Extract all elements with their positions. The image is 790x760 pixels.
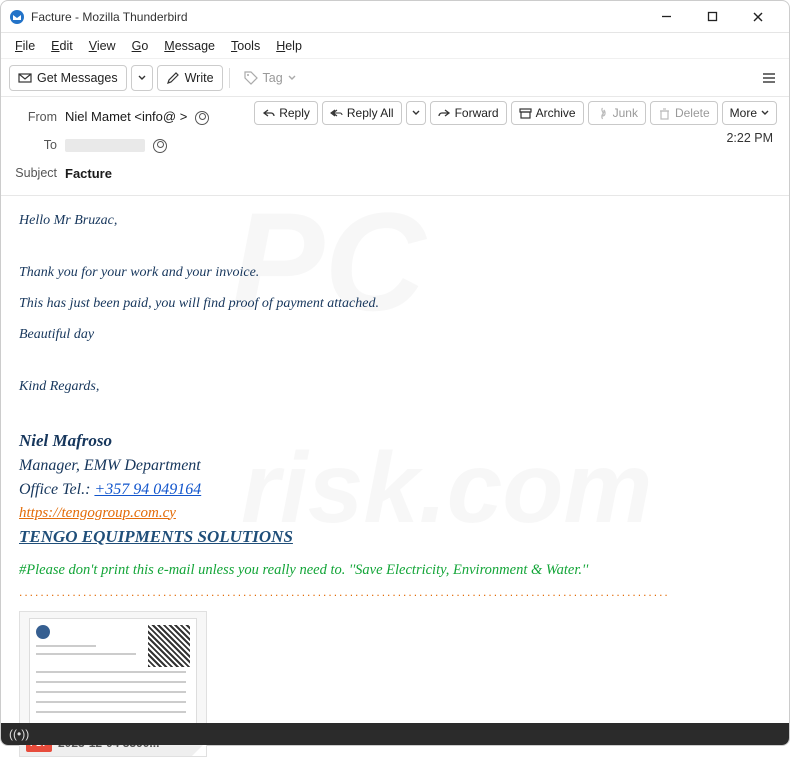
- separator: [229, 68, 230, 88]
- signature-role: Manager, EMW Department: [19, 454, 771, 478]
- action-row: Reply Reply All Forward Archive Junk Del…: [254, 101, 777, 125]
- get-messages-dropdown[interactable]: [131, 65, 153, 91]
- reply-button[interactable]: Reply: [254, 101, 318, 125]
- menu-go[interactable]: Go: [124, 36, 157, 56]
- reply-icon: [262, 107, 275, 120]
- message-headers: Reply Reply All Forward Archive Junk Del…: [1, 97, 789, 196]
- thunderbird-icon: [9, 9, 25, 25]
- to-value[interactable]: [65, 137, 167, 153]
- tag-label: Tag: [263, 71, 283, 85]
- subject-value: Facture: [65, 166, 112, 181]
- to-label: To: [13, 138, 65, 152]
- toolbar: Get Messages Write Tag: [1, 59, 789, 97]
- maximize-button[interactable]: [689, 2, 735, 32]
- more-button[interactable]: More: [722, 101, 777, 125]
- menu-message[interactable]: Message: [156, 36, 223, 56]
- get-messages-button[interactable]: Get Messages: [9, 65, 127, 91]
- message-body: Hello Mr Bruzac, Thank you for your work…: [1, 196, 789, 760]
- menu-file[interactable]: File: [7, 36, 43, 56]
- contact-icon[interactable]: [153, 139, 167, 153]
- signature-link[interactable]: https://tengogroup.com.cy: [19, 505, 176, 521]
- tel-link[interactable]: +357 94 049164: [94, 481, 201, 498]
- window-title: Facture - Mozilla Thunderbird: [31, 10, 643, 24]
- hamburger-menu[interactable]: [757, 65, 781, 91]
- doc-logo-icon: [36, 625, 50, 639]
- forward-button[interactable]: Forward: [430, 101, 507, 125]
- chevron-down-icon: [412, 109, 420, 117]
- connection-icon: ((•)): [9, 727, 29, 741]
- body-greeting: Hello Mr Bruzac,: [19, 210, 771, 231]
- redacted: [65, 139, 145, 152]
- attachment-thumbnail: [20, 612, 206, 730]
- get-messages-label: Get Messages: [37, 71, 118, 85]
- forward-icon: [438, 107, 451, 120]
- reply-all-icon: [330, 107, 343, 120]
- junk-button[interactable]: Junk: [588, 101, 646, 125]
- signature-tel: Office Tel.: +357 94 049164: [19, 478, 771, 502]
- body-line1: Thank you for your work and your invoice…: [19, 262, 771, 283]
- from-value[interactable]: Niel Mamet <info@ >: [65, 109, 209, 125]
- inbox-icon: [18, 71, 32, 85]
- reply-all-button[interactable]: Reply All: [322, 101, 402, 125]
- chevron-down-icon: [288, 74, 296, 82]
- qr-icon: [148, 625, 190, 667]
- menu-edit[interactable]: Edit: [43, 36, 81, 56]
- menubar: File Edit View Go Message Tools Help: [1, 33, 789, 59]
- eco-notice: #Please don't print this e-mail unless y…: [19, 560, 771, 582]
- statusbar: ((•)): [1, 723, 789, 745]
- pencil-icon: [166, 71, 180, 85]
- tag-button[interactable]: Tag: [236, 65, 304, 91]
- body-regards: Kind Regards,: [19, 376, 771, 397]
- archive-button[interactable]: Archive: [511, 101, 584, 125]
- body-line2: This has just been paid, you will find p…: [19, 293, 771, 314]
- tag-icon: [244, 71, 258, 85]
- menu-help[interactable]: Help: [268, 36, 310, 56]
- body-line3: Beautiful day: [19, 324, 771, 345]
- timestamp: 2:22 PM: [726, 131, 773, 145]
- trash-icon: [658, 107, 671, 120]
- minimize-button[interactable]: [643, 2, 689, 32]
- menu-tools[interactable]: Tools: [223, 36, 268, 56]
- delete-button[interactable]: Delete: [650, 101, 718, 125]
- archive-icon: [519, 107, 532, 120]
- chevron-down-icon: [761, 109, 769, 117]
- from-label: From: [13, 110, 65, 124]
- divider-dots: ........................................…: [19, 583, 771, 601]
- signature-company: TENGO EQUIPMENTS SOLUTIONS: [19, 524, 771, 550]
- signature-name: Niel Mafroso: [19, 428, 771, 454]
- write-label: Write: [185, 71, 214, 85]
- reply-all-dropdown[interactable]: [406, 101, 426, 125]
- write-button[interactable]: Write: [157, 65, 223, 91]
- contact-icon[interactable]: [195, 111, 209, 125]
- chevron-down-icon: [138, 74, 146, 82]
- menu-view[interactable]: View: [81, 36, 124, 56]
- close-button[interactable]: [735, 2, 781, 32]
- titlebar: Facture - Mozilla Thunderbird: [1, 1, 789, 33]
- flame-icon: [596, 107, 609, 120]
- subject-label: Subject: [13, 166, 65, 180]
